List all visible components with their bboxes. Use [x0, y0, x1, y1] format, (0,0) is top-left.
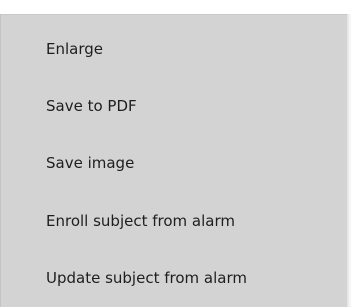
top-strip [0, 0, 352, 14]
menu-item-enroll-subject-from-alarm[interactable]: Enroll subject from alarm [1, 199, 347, 243]
menu-item-label: Enlarge [46, 40, 103, 58]
menu-item-enlarge[interactable]: Enlarge [1, 27, 347, 71]
menu-item-label: Enroll subject from alarm [46, 212, 235, 230]
menu-item-label: Update subject from alarm [46, 269, 247, 287]
menu-item-save-image[interactable]: Save image [1, 141, 347, 185]
menu-item-update-subject-from-alarm[interactable]: Update subject from alarm [1, 256, 347, 300]
context-menu: Enlarge Save to PDF Save image Enroll su… [0, 14, 347, 307]
menu-shadow [347, 14, 352, 307]
menu-item-label: Save to PDF [46, 97, 137, 115]
menu-item-label: Save image [46, 154, 135, 172]
menu-item-save-to-pdf[interactable]: Save to PDF [1, 84, 347, 128]
